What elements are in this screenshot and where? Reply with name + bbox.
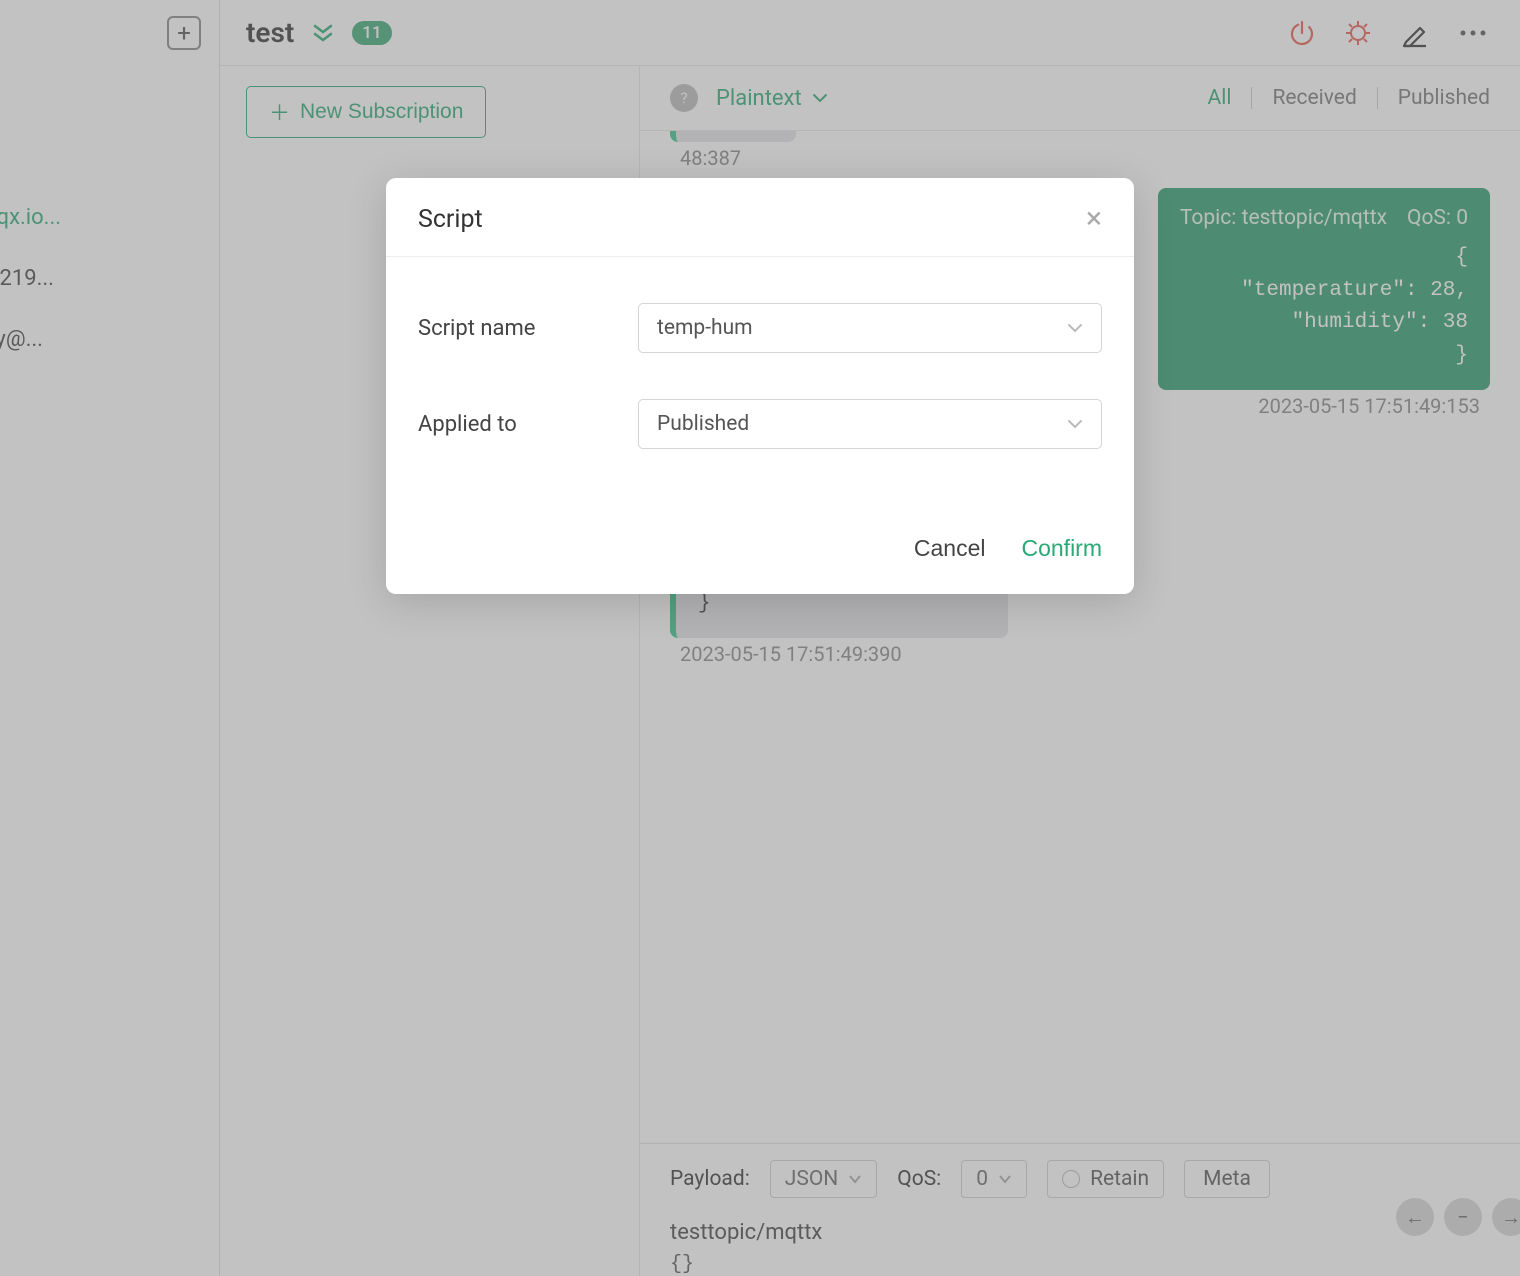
cancel-button[interactable]: Cancel (914, 535, 986, 562)
modal-overlay[interactable]: Script × Script name temp-hum Applied to… (0, 0, 1520, 1276)
chevron-down-icon (1067, 322, 1083, 334)
script-name-select[interactable]: temp-hum (638, 303, 1102, 353)
confirm-button[interactable]: Confirm (1021, 535, 1102, 562)
applied-to-label: Applied to (418, 412, 638, 437)
script-name-label: Script name (418, 316, 638, 341)
applied-to-value: Published (657, 412, 749, 436)
script-modal: Script × Script name temp-hum Applied to… (386, 178, 1134, 594)
script-name-value: temp-hum (657, 316, 753, 340)
chevron-down-icon (1067, 418, 1083, 430)
close-icon[interactable]: × (1086, 204, 1102, 234)
applied-to-select[interactable]: Published (638, 399, 1102, 449)
modal-title: Script (418, 205, 483, 234)
